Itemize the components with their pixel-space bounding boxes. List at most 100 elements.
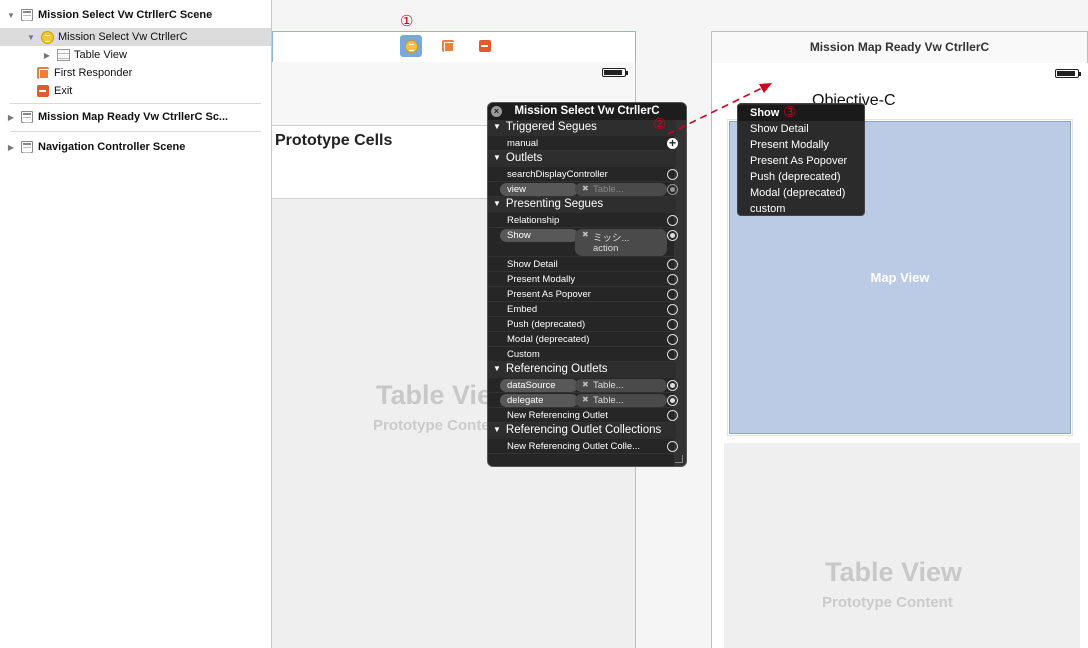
remove-icon[interactable]: ✖: [582, 230, 589, 239]
row-delegate: delegate ✖ Table...: [488, 393, 678, 408]
remove-icon[interactable]: ✖: [582, 380, 589, 389]
disclosure-triangle-icon[interactable]: ▼: [6, 11, 16, 20]
outline-scene-label: Navigation Controller Scene: [38, 141, 186, 153]
connection-circle-icon[interactable]: [667, 319, 678, 330]
outline-item-label: Table View: [74, 49, 127, 61]
map-view-label: Map View: [870, 270, 930, 285]
target-pill[interactable]: ✖ Table...: [575, 394, 667, 407]
prototype-cells-label: Prototype Cells: [275, 132, 393, 149]
menu-item-push[interactable]: Push (deprecated): [738, 169, 864, 185]
outline-item-label: Exit: [54, 85, 73, 97]
connection-circle-icon[interactable]: [667, 441, 678, 452]
connections-inspector-hud: Mission Select Vw CtrllerC × Triggered S…: [487, 102, 687, 467]
outline-item-exit[interactable]: Exit: [0, 82, 271, 100]
outlet-pill[interactable]: Show: [500, 229, 578, 242]
section-outlets[interactable]: Outlets: [488, 151, 676, 167]
annotation-step-3: ③: [783, 104, 797, 121]
resize-handle-icon[interactable]: [675, 455, 683, 463]
scene-icon: [20, 9, 34, 22]
connection-circle-filled-icon[interactable]: [667, 184, 678, 195]
exit-icon: [479, 40, 491, 52]
disclosure-triangle-right-icon[interactable]: ▶: [42, 51, 52, 60]
row-view: view ✖ Table...: [488, 182, 678, 197]
connection-circle-filled-icon[interactable]: [667, 230, 678, 241]
plus-circle-icon[interactable]: [667, 136, 678, 150]
connection-circle-icon[interactable]: [667, 334, 678, 345]
first-responder-icon: [36, 67, 50, 80]
outlet-pill[interactable]: view: [500, 183, 578, 196]
scene-title-bar[interactable]: Mission Map Ready Vw CtrllerC: [711, 31, 1088, 64]
section-triggered-segues[interactable]: Triggered Segues: [488, 120, 676, 136]
connection-circle-icon[interactable]: [667, 289, 678, 300]
disclosure-triangle-right-icon[interactable]: ▶: [6, 143, 16, 152]
disclosure-triangle-right-icon[interactable]: ▶: [6, 113, 16, 122]
connection-circle-icon[interactable]: [667, 304, 678, 315]
connection-circle-icon[interactable]: [667, 274, 678, 285]
divider: [10, 131, 261, 132]
target-pill[interactable]: ✖ ミッシ... action: [575, 229, 667, 256]
outline-scene-mission-select[interactable]: ▼ Mission Select Vw CtrllerC Scene: [0, 6, 271, 24]
exit-icon: [36, 85, 50, 98]
outline-item-label: Mission Select Vw CtrllerC: [58, 31, 188, 43]
annotation-step-1: ①: [400, 13, 414, 30]
menu-item-show-detail[interactable]: Show Detail: [738, 121, 864, 137]
row-show-detail: Show Detail: [488, 257, 678, 272]
outlet-pill[interactable]: delegate: [500, 394, 578, 407]
outline-item-label: First Responder: [54, 67, 133, 79]
connection-circle-icon[interactable]: [667, 349, 678, 360]
view-controller-dock-button[interactable]: [400, 35, 422, 57]
section-presenting-segues[interactable]: Presenting Segues: [488, 197, 676, 213]
scene-icon: [20, 141, 34, 154]
remove-icon[interactable]: ✖: [582, 184, 589, 193]
menu-item-custom[interactable]: custom: [738, 201, 864, 217]
connection-circle-icon[interactable]: [667, 259, 678, 270]
exit-dock-button[interactable]: [474, 35, 496, 57]
row-search-display-controller: searchDisplayController: [488, 167, 678, 182]
outline-scene-navigation[interactable]: ▶ Navigation Controller Scene: [0, 138, 271, 156]
disclosure-triangle-icon[interactable]: ▼: [26, 33, 36, 42]
row-show: Show ✖ ミッシ... action: [488, 228, 678, 257]
target-pill[interactable]: ✖ Table...: [575, 183, 667, 196]
xcode-storyboard-window: ▼ Mission Select Vw CtrllerC Scene ▼ Mis…: [0, 0, 1088, 648]
menu-item-present-as-popover[interactable]: Present As Popover: [738, 153, 864, 169]
row-data-source: dataSource ✖ Table...: [488, 378, 678, 393]
row-embed: Embed: [488, 302, 678, 317]
battery-icon: [1055, 69, 1081, 78]
row-present-modally: Present Modally: [488, 272, 678, 287]
outline-item-view-controller[interactable]: ▼ Mission Select Vw CtrllerC: [0, 28, 271, 46]
connection-circle-icon[interactable]: [667, 215, 678, 226]
section-referencing-outlet-collections[interactable]: Referencing Outlet Collections: [488, 423, 676, 439]
menu-item-modal[interactable]: Modal (deprecated): [738, 185, 864, 201]
menu-item-show[interactable]: Show: [738, 105, 864, 121]
outline-item-table-view[interactable]: ▶ Table View: [0, 46, 271, 64]
row-new-referencing-outlet-collection: New Referencing Outlet Colle...: [488, 439, 678, 454]
connection-circle-filled-icon[interactable]: [667, 380, 678, 391]
scene-dock-bar: [272, 31, 636, 63]
outline-scene-label: Mission Select Vw CtrllerC Scene: [38, 9, 213, 21]
remove-icon[interactable]: ✖: [582, 395, 589, 404]
prototype-content-placeholder: Prototype Content: [373, 417, 504, 434]
target-pill[interactable]: ✖ Table...: [575, 379, 667, 392]
section-referencing-outlets[interactable]: Referencing Outlets: [488, 362, 676, 378]
prototype-content-placeholder: Prototype Content: [822, 594, 953, 611]
outline-item-first-responder[interactable]: First Responder: [0, 64, 271, 82]
connection-circle-icon[interactable]: [667, 410, 678, 421]
first-responder-icon: [442, 40, 454, 52]
first-responder-dock-button[interactable]: [437, 35, 459, 57]
view-controller-icon: [404, 39, 418, 53]
menu-item-present-modally[interactable]: Present Modally: [738, 137, 864, 153]
row-manual: manual: [488, 136, 678, 151]
table-view-placeholder: Table View: [825, 557, 963, 587]
close-icon[interactable]: ×: [491, 106, 502, 117]
connection-circle-icon[interactable]: [667, 169, 678, 180]
connection-circle-filled-icon[interactable]: [667, 395, 678, 406]
outline-scene-mission-map[interactable]: ▶ Mission Map Ready Vw CtrllerC Sc...: [0, 108, 271, 126]
divider: [10, 103, 261, 104]
battery-icon: [602, 68, 628, 77]
outline-scene-label: Mission Map Ready Vw CtrllerC Sc...: [38, 111, 229, 123]
row-modal: Modal (deprecated): [488, 332, 678, 347]
document-outline: ▼ Mission Select Vw CtrllerC Scene ▼ Mis…: [0, 0, 272, 648]
table-view-area[interactable]: Table View Prototype Content: [724, 443, 1080, 648]
outlet-pill[interactable]: dataSource: [500, 379, 578, 392]
row-custom: Custom: [488, 347, 678, 362]
